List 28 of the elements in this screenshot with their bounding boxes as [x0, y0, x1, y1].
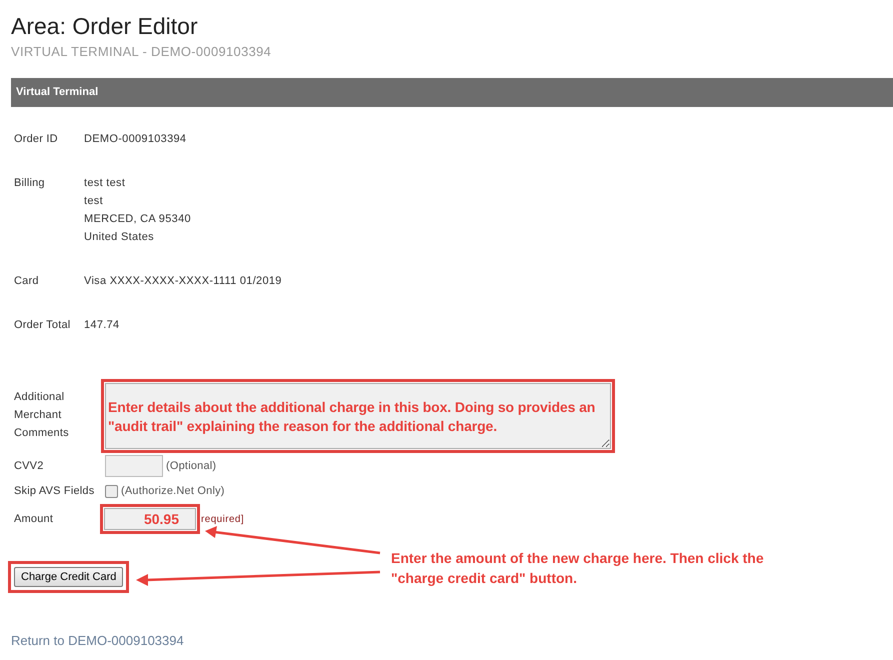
field-value: test test [84, 176, 126, 190]
field-value: DEMO-0009103394 [84, 132, 186, 146]
field-note: (Optional) [166, 460, 216, 472]
field-value: test [84, 194, 104, 208]
field-value: United States [84, 230, 155, 244]
field-label: Amount [14, 513, 54, 525]
required-note: required] [201, 514, 244, 524]
field-label: Additional Merchant Comments [14, 390, 70, 441]
field-value: MERCED, CA 95340 [84, 212, 191, 226]
field-label: CVV2 [14, 460, 45, 472]
page-title: Area: Order Editor [10, 12, 199, 40]
field-label: Order Total [14, 318, 72, 332]
callout-text: Enter the amount of the new charge here. Then click the "charge credit card" button. [391, 549, 765, 588]
field-label: Skip AVS Fields [14, 485, 96, 497]
comments-field[interactable]: Enter details about the additional charge in this box. Doing so provides an "audit trail" explaining the reason for the additional charge. [105, 383, 611, 449]
charge-button[interactable]: Charge Credit Card [14, 567, 124, 587]
field-label: Billing [14, 176, 46, 191]
return-link[interactable]: Return to DEMO-0009103394 [11, 633, 184, 648]
field-label: Card [14, 274, 40, 288]
cvv-field[interactable] [105, 455, 163, 477]
field-value: Visa XXXX-XXXX-XXXX-1111 01/2019 [84, 274, 282, 288]
checkbox[interactable] [105, 484, 118, 498]
page-subtitle: VIRTUAL TERMINAL - DEMO-0009103394 [10, 43, 272, 59]
field-note: (Authorize.Net Only) [121, 485, 225, 497]
panel-header: Virtual Terminal [11, 78, 893, 107]
field-label: Order ID [14, 132, 59, 146]
field-value: 147.74 [84, 318, 120, 332]
amount-field[interactable]: 50.95 [104, 508, 196, 530]
